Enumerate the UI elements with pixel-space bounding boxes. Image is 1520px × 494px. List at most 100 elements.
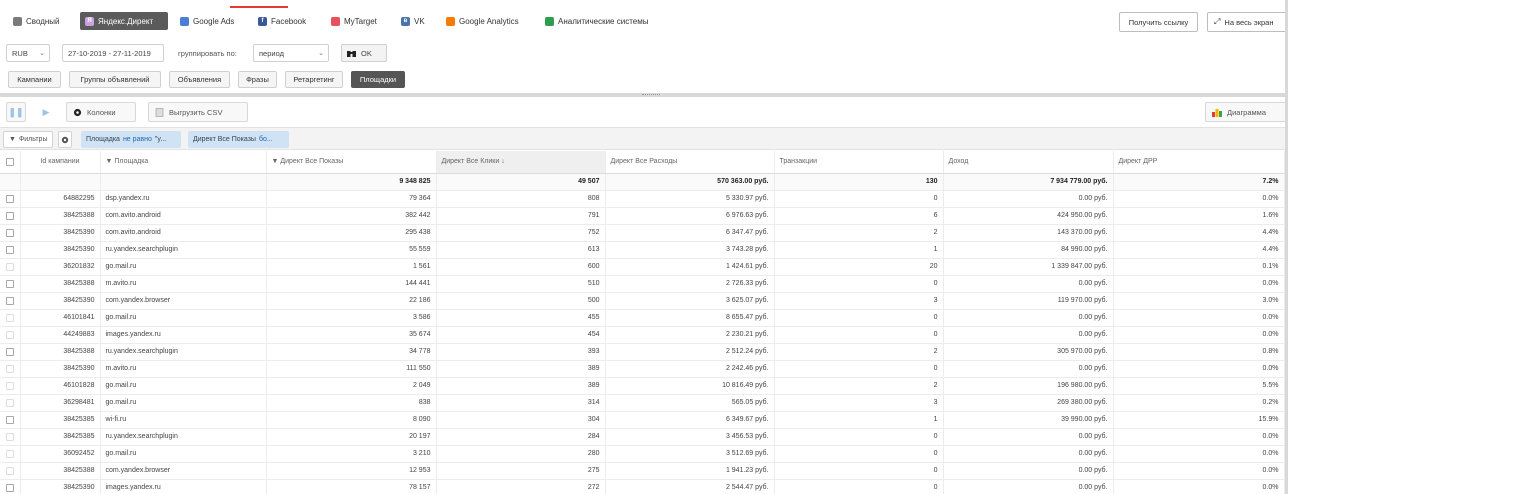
row-checkbox[interactable] (5, 381, 14, 390)
table-row[interactable]: 64882295 dsp.yandex.ru 79 364 808 5 330.97 р… (0, 190, 1285, 208)
column-header-campaign-id[interactable]: Id кампании (20, 151, 101, 174)
fullscreen-button[interactable]: ⤢ На весь экран (1207, 12, 1285, 32)
table-row[interactable]: 38425390 images.yandex.ru 78 157 272 2 544.4… (0, 479, 1285, 494)
filter-settings-button[interactable] (58, 131, 72, 148)
row-checkbox[interactable] (5, 432, 14, 441)
column-header-drr[interactable]: Директ ДРР (1113, 151, 1285, 174)
get-link-button[interactable]: Получить ссылку (1119, 12, 1198, 32)
source-tab-analytics-systems[interactable]: Аналитические системы (540, 12, 686, 30)
table-row[interactable]: 38425388 ru.yandex.searchplugin 34 778 393 2… (0, 343, 1285, 361)
table-row[interactable]: 36201832 go.mail.ru 1 561 600 1 424.61 руб. 2… (0, 258, 1285, 276)
level-tab[interactable]: Площадки (351, 71, 405, 88)
currency-select[interactable]: RUB ⌄ (6, 44, 50, 62)
cell-impressions: 382 442 (266, 207, 437, 225)
table-row[interactable]: 46101841 go.mail.ru 3 586 455 8 655.47 руб. 0… (0, 309, 1285, 327)
row-checkbox[interactable] (5, 466, 14, 475)
group-by-select[interactable]: период ⌄ (253, 44, 329, 62)
row-checkbox[interactable] (5, 398, 14, 407)
select-all-cell (0, 151, 21, 174)
table-row[interactable]: 38425388 com.yandex.browser 12 953 275 1 941… (0, 462, 1285, 480)
panel-splitter[interactable] (0, 93, 1285, 97)
table-row[interactable]: 44249883 images.yandex.ru 35 674 454 2 230.2… (0, 326, 1285, 344)
source-tab-chart-bars[interactable]: Сводный (8, 12, 76, 30)
row-checkbox[interactable] (5, 279, 14, 288)
gear-icon (73, 108, 82, 116)
row-checkbox[interactable] (5, 245, 14, 254)
level-tab[interactable]: Фразы (238, 71, 277, 88)
source-tab-mytarget[interactable]: MyTarget (326, 12, 388, 30)
row-checkbox[interactable] (5, 211, 14, 220)
cell-impressions: 55 559 (266, 241, 437, 259)
funnel-icon: ▼ (105, 158, 113, 166)
table-row[interactable]: 36092452 go.mail.ru 3 210 280 3 512.69 руб. 0… (0, 445, 1285, 463)
ok-button[interactable]: OK (341, 44, 387, 62)
column-header-costs[interactable]: Директ Все Расходы (605, 151, 775, 174)
cell-revenue: 196 980.00 руб. (943, 377, 1114, 395)
table-row[interactable]: 38425388 com.avito.android 382 442 791 6 976… (0, 207, 1285, 225)
select-all-checkbox[interactable] (5, 157, 14, 166)
cell-transactions: 0 (774, 479, 944, 494)
source-tab-yandex-direct[interactable]: Я Яндекс.Директ (80, 12, 168, 30)
table-row[interactable]: 38425390 com.yandex.browser 22 186 500 3 625… (0, 292, 1285, 310)
source-tab-google-ads[interactable]: Google Ads (175, 12, 245, 30)
date-range-picker[interactable]: 27-10-2019 - 27-11-2019 (62, 44, 164, 62)
totals-cell: 9 348 825 (266, 173, 437, 191)
row-select-cell (0, 377, 21, 395)
column-header-revenue[interactable]: Доход (943, 151, 1114, 174)
level-tab[interactable]: Группы объявлений (69, 71, 161, 88)
source-tab-google-analytics[interactable]: Google Analytics (441, 12, 533, 30)
cell-clicks: 454 (436, 326, 606, 344)
row-checkbox[interactable] (5, 296, 14, 305)
row-checkbox[interactable] (5, 262, 14, 271)
cell-impressions: 3 586 (266, 309, 437, 327)
row-checkbox[interactable] (5, 415, 14, 424)
play-button[interactable]: ▶ (35, 102, 57, 122)
row-checkbox[interactable] (5, 330, 14, 339)
cell-impressions: 78 157 (266, 479, 437, 494)
pause-icon: ❚❚ (8, 106, 24, 117)
chip-field: Площадка (86, 136, 120, 143)
row-checkbox[interactable] (5, 347, 14, 356)
row-checkbox[interactable] (5, 194, 14, 203)
cell-revenue: 424 950.00 руб. (943, 207, 1114, 225)
columns-button[interactable]: Колонки (66, 102, 136, 122)
table-toolbar: ❚❚ ▶ Колонки Выгрузить CSV Диаграмма (0, 98, 1285, 125)
filter-chip-placement[interactable]: Площадка не равно "y... (81, 131, 181, 148)
row-select-cell (0, 479, 21, 494)
table-row[interactable]: 38425385 wi-fi.ru 8 090 304 6 349.67 руб. 1 39… (0, 411, 1285, 429)
chart-button[interactable]: Диаграмма (1205, 102, 1285, 122)
column-header-placement[interactable]: ▼ Площадка (100, 151, 267, 174)
currency-value: RUB (12, 48, 28, 58)
row-checkbox[interactable] (5, 483, 14, 492)
cell-costs: 2 512.24 руб. (605, 343, 775, 361)
table-row[interactable]: 38425385 ru.yandex.searchplugin 20 197 284 3… (0, 428, 1285, 446)
row-checkbox[interactable] (5, 313, 14, 322)
export-csv-button[interactable]: Выгрузить CSV (148, 102, 248, 122)
table-row[interactable]: 38425388 m.avito.ru 144 441 510 2 726.33 руб… (0, 275, 1285, 293)
cell-drr: 0.2% (1113, 394, 1285, 412)
filters-button[interactable]: ▼ Фильтры (3, 131, 54, 148)
source-tab-facebook[interactable]: f Facebook (253, 12, 317, 30)
table-row[interactable]: 38425390 com.avito.android 295 438 752 6 347… (0, 224, 1285, 242)
table-row[interactable]: 46101828 go.mail.ru 2 049 389 10 816.49 руб.… (0, 377, 1285, 395)
table-row[interactable]: 36298481 go.mail.ru 838 314 565.05 руб. 3 269 … (0, 394, 1285, 412)
source-tab-vk[interactable]: в VK (396, 12, 433, 30)
row-checkbox[interactable] (5, 228, 14, 237)
row-checkbox[interactable] (5, 364, 14, 373)
level-tab[interactable]: Объявления (169, 71, 230, 88)
level-tab[interactable]: Ретаргетинг (285, 71, 343, 88)
column-header-impressions[interactable]: ▼ Директ Все Показы (266, 151, 437, 174)
table-row[interactable]: 38425390 ru.yandex.searchplugin 55 559 613 3… (0, 241, 1285, 259)
column-header-clicks[interactable]: Директ Все Клики ↓ (436, 151, 606, 174)
pause-button[interactable]: ❚❚ (6, 102, 26, 122)
cell-drr: 0.0% (1113, 360, 1285, 378)
row-checkbox[interactable] (5, 449, 14, 458)
cell-costs: 6 347.47 руб. (605, 224, 775, 242)
filter-chip-impressions[interactable]: Директ Все Показы бо... (188, 131, 289, 148)
level-tab[interactable]: Кампании (8, 71, 61, 88)
table-row[interactable]: 38425390 m.avito.ru 111 550 389 2 242.46 руб… (0, 360, 1285, 378)
cell-transactions: 0 (774, 275, 944, 293)
column-header-transactions[interactable]: Транзакции (774, 151, 944, 174)
chevron-down-icon: ⌄ (318, 50, 324, 57)
column-header-label: Директ Все Расходы (610, 158, 678, 166)
